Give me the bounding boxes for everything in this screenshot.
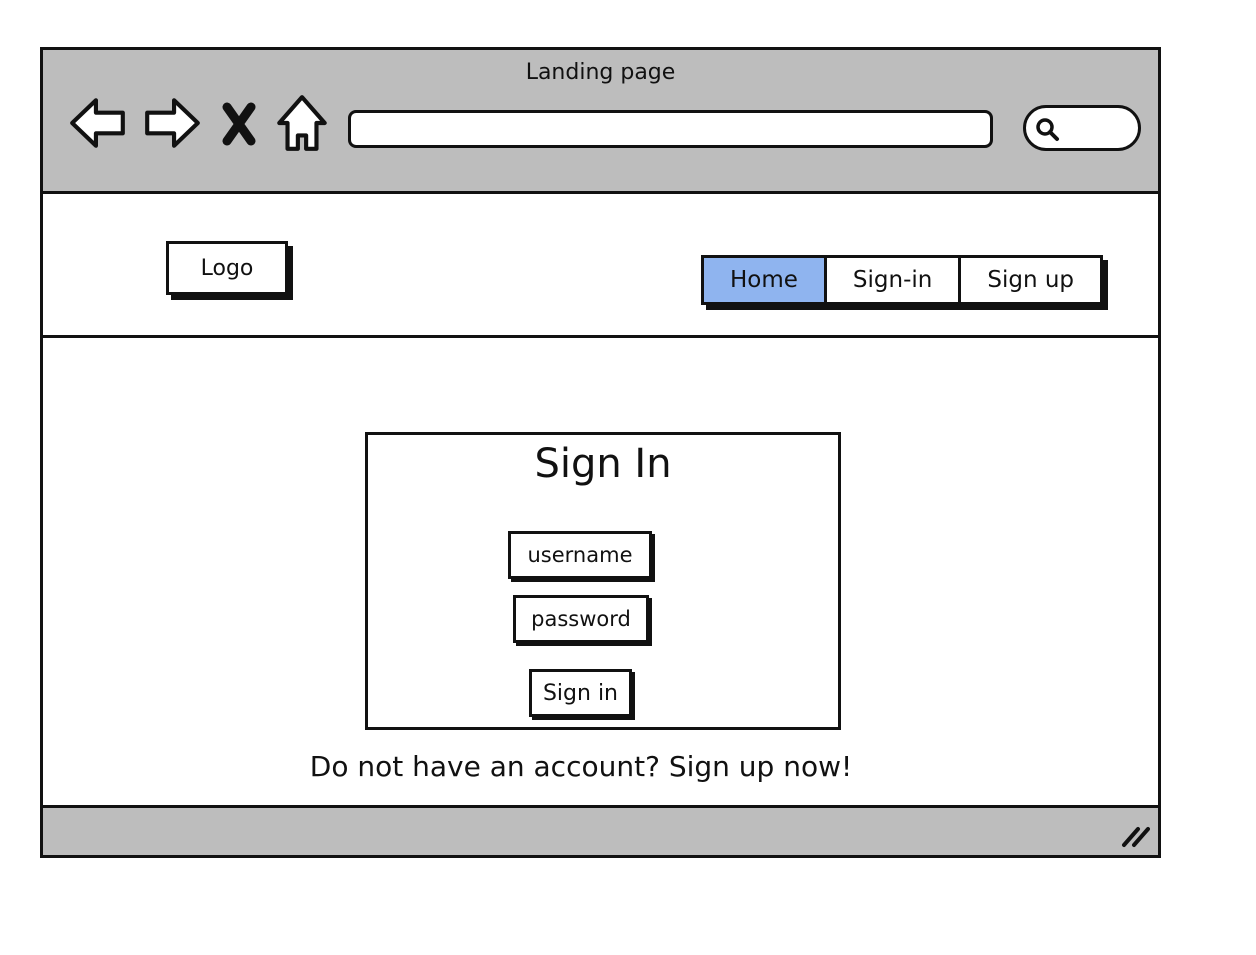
signup-prompt-link[interactable]: Do not have an account? Sign up now! bbox=[43, 750, 1119, 783]
nav-tabs: Home Sign-in Sign up bbox=[701, 255, 1104, 305]
tab-home[interactable]: Home bbox=[704, 258, 824, 302]
status-bar bbox=[43, 805, 1158, 855]
back-arrow-icon[interactable] bbox=[67, 92, 129, 154]
window-title: Landing page bbox=[525, 60, 676, 85]
url-input[interactable] bbox=[348, 110, 993, 148]
resize-grip-icon[interactable] bbox=[1120, 819, 1150, 849]
signin-title: Sign In bbox=[534, 441, 672, 487]
close-icon[interactable] bbox=[215, 92, 263, 154]
browser-toolbar: Landing page bbox=[43, 50, 1158, 194]
username-field[interactable]: username bbox=[508, 531, 652, 579]
site-header: Logo Home Sign-in Sign up bbox=[43, 194, 1158, 338]
search-icon bbox=[1036, 118, 1059, 141]
signin-button[interactable]: Sign in bbox=[529, 669, 632, 717]
home-icon[interactable] bbox=[271, 92, 333, 154]
tab-sign-in[interactable]: Sign-in bbox=[823, 258, 958, 302]
tab-sign-up[interactable]: Sign up bbox=[958, 258, 1100, 302]
logo: Logo bbox=[166, 241, 288, 295]
search-input[interactable] bbox=[1023, 105, 1141, 151]
signin-form: Sign In username password Sign in bbox=[365, 432, 841, 730]
password-field[interactable]: password bbox=[513, 595, 649, 643]
forward-arrow-icon[interactable] bbox=[141, 92, 203, 154]
browser-window: Landing page Logo Home Sign-in Sign up S… bbox=[40, 47, 1161, 858]
